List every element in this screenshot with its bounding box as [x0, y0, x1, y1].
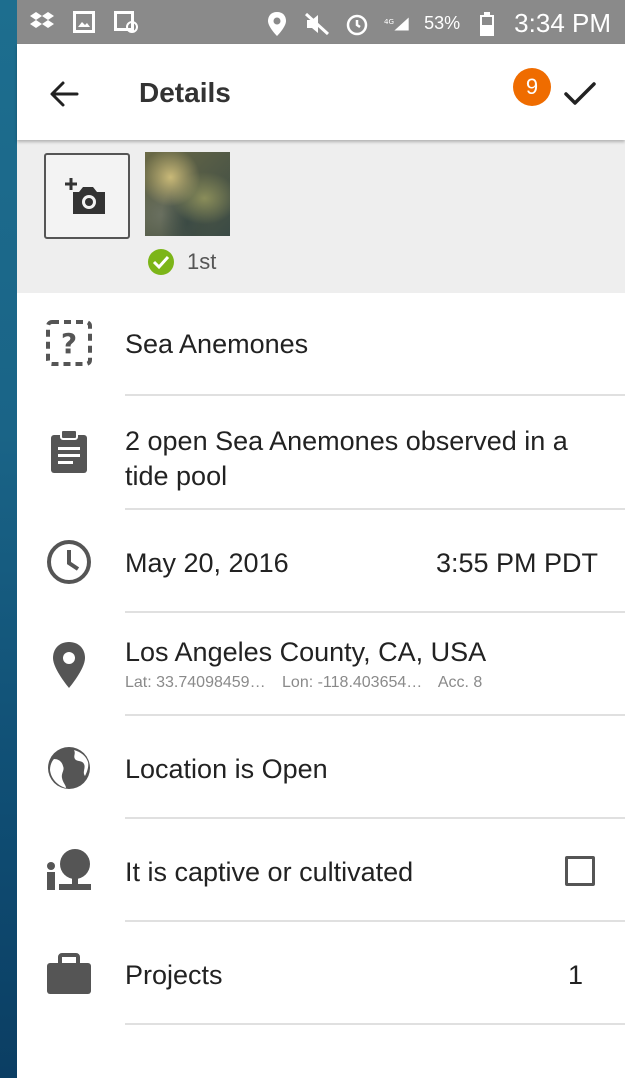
notes-row[interactable]: 2 open Sea Anemones observed in a tide p…: [17, 396, 625, 510]
species-row[interactable]: ? Sea Anemones: [17, 293, 625, 396]
photo-strip: 1st: [17, 140, 625, 293]
potted-plant-icon: [45, 847, 93, 895]
geoprivacy-label: Location is Open: [125, 754, 328, 784]
battery-icon: [474, 11, 500, 37]
svg-text:4G: 4G: [384, 17, 394, 26]
captive-checkbox[interactable]: [565, 856, 595, 886]
alarm-icon: [344, 11, 370, 37]
observed-time: 3:55 PM PDT: [435, 548, 598, 578]
longitude: Lon: -118.403654…: [282, 674, 423, 691]
dropbox-icon: [29, 9, 55, 35]
species-name: Sea Anemones: [125, 329, 309, 359]
captive-label: It is captive or cultivated: [125, 857, 414, 887]
briefcase-icon: [45, 950, 93, 998]
projects-label: Projects: [125, 960, 223, 990]
location-pin-icon: [264, 11, 290, 37]
location-pin-icon: [45, 641, 93, 689]
add-photo-button[interactable]: [44, 153, 130, 239]
check-circle-icon: [148, 249, 174, 275]
notification-badge[interactable]: 9: [513, 68, 551, 106]
location-row[interactable]: Los Angeles County, CA, USA Lat: 33.7409…: [17, 613, 625, 716]
location-place: Los Angeles County, CA, USA: [125, 637, 487, 667]
projects-count: 1: [567, 960, 583, 990]
observation-photo-thumbnail[interactable]: [145, 152, 230, 236]
clock-icon: [45, 538, 93, 586]
location-coordinates: Lat: 33.74098459… Lon: -118.403654… Acc.…: [125, 674, 494, 692]
latitude: Lat: 33.74098459…: [125, 674, 266, 691]
divider: [125, 1023, 625, 1025]
clock-time: 3:34 PM: [514, 8, 611, 38]
geoprivacy-row[interactable]: Location is Open: [17, 716, 625, 819]
details-screen: Details 9 1st ? Sea Anemones 2 open Sea …: [17, 44, 625, 1078]
checkmark-icon: [564, 82, 596, 105]
unknown-species-icon: ?: [45, 319, 93, 367]
svg-text:?: ?: [61, 327, 77, 360]
first-photo-indicator: 1st: [147, 248, 216, 276]
page-title: Details: [139, 77, 231, 108]
clipboard-icon: [45, 428, 93, 476]
battery-percent: 53%: [424, 13, 461, 33]
notes-text: 2 open Sea Anemones observed in a tide p…: [125, 426, 568, 491]
email-image-icon: [113, 9, 139, 35]
first-photo-label: 1st: [187, 249, 217, 274]
projects-row[interactable]: Projects 1: [17, 922, 625, 1025]
mute-icon: [304, 11, 330, 37]
location-details: Los Angeles County, CA, USA Lat: 33.7409…: [125, 637, 494, 692]
add-camera-icon: [65, 178, 105, 214]
lte-signal-icon: 4G: [384, 11, 410, 37]
globe-icon: [45, 744, 93, 792]
date-time-row[interactable]: May 20, 2016 3:55 PM PDT: [17, 510, 625, 613]
accuracy: Acc. 8: [437, 674, 483, 691]
gallery-icon: [71, 9, 97, 35]
captive-row[interactable]: It is captive or cultivated: [17, 819, 625, 922]
observed-date: May 20, 2016: [125, 548, 289, 578]
back-button[interactable]: [45, 74, 85, 114]
arrow-left-icon: [50, 81, 79, 107]
app-bar: Details 9: [17, 44, 625, 140]
save-button[interactable]: [561, 74, 599, 112]
status-bar: 4G 53% 3:34 PM: [17, 0, 625, 44]
